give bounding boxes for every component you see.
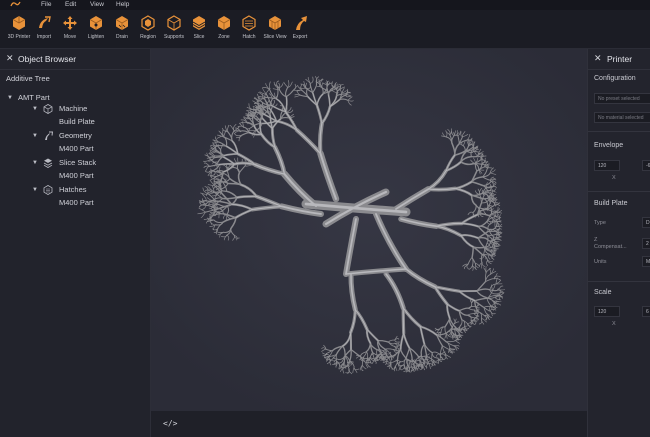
- slice-icon: [192, 16, 206, 30]
- units-select[interactable]: M: [642, 256, 650, 267]
- envelope-x-input[interactable]: 120: [594, 160, 620, 171]
- slice-view-icon: [268, 16, 282, 30]
- panel-title: Printer: [607, 54, 633, 64]
- code-view-icon[interactable]: </>: [163, 419, 177, 428]
- tree-subitem[interactable]: M400 Part: [59, 144, 94, 153]
- envelope-label: Envelope: [594, 142, 624, 149]
- z-label: Z: [594, 237, 598, 243]
- menu-edit[interactable]: Edit: [65, 1, 76, 9]
- object-browser-panel: ✕ Object Browser Additive Tree ▼ AMT Par…: [0, 49, 151, 437]
- model-branch-highlight: [402, 307, 405, 334]
- slice-stack-icon: [43, 158, 53, 168]
- model-branch: [214, 154, 225, 157]
- tree-root[interactable]: AMT Part: [18, 93, 50, 102]
- hatches-icon: [43, 185, 53, 195]
- import-icon: [39, 16, 51, 28]
- panel-title: Object Browser: [18, 54, 77, 64]
- supports-icon: [167, 15, 181, 31]
- lighten-icon: [89, 16, 103, 30]
- drain-icon: [115, 16, 129, 30]
- printer-cube-icon: [12, 16, 26, 30]
- build-plate-section: Build Plate Type D Z Compensat... 2 Unit…: [588, 191, 650, 282]
- close-icon[interactable]: ✕: [594, 53, 602, 64]
- axis-label: X: [612, 321, 616, 327]
- preset-select[interactable]: No preset selected: [594, 93, 650, 104]
- scale-label: Scale: [594, 289, 612, 296]
- type-label: Type: [594, 220, 606, 226]
- build-plate-label: Build Plate: [594, 200, 628, 207]
- geometry-icon: [45, 131, 53, 140]
- close-icon[interactable]: ✕: [6, 53, 14, 64]
- tree-subitem[interactable]: M400 Part: [59, 171, 94, 180]
- zone-icon: [217, 16, 231, 30]
- app-logo-icon: [10, 1, 21, 7]
- move-icon: [63, 16, 77, 30]
- scale-y-input[interactable]: 6: [642, 306, 650, 317]
- chevron-down-icon[interactable]: ▼: [7, 95, 13, 101]
- chevron-down-icon[interactable]: ▼: [32, 160, 38, 166]
- tree-subitem[interactable]: M400 Part: [59, 198, 94, 207]
- chevron-down-icon[interactable]: ▼: [32, 133, 38, 139]
- scale-section: Scale 120 6 X: [588, 281, 650, 382]
- compensation-input[interactable]: 2: [642, 238, 650, 249]
- menu-help[interactable]: Help: [116, 1, 129, 9]
- units-label: Units: [594, 259, 607, 265]
- tree-subitem[interactable]: Build Plate: [59, 117, 95, 126]
- menu-view[interactable]: View: [90, 1, 104, 9]
- section-title: Additive Tree: [6, 74, 50, 83]
- export-icon: [296, 16, 307, 30]
- hatch-icon: [242, 15, 256, 31]
- scale-x-input[interactable]: 120: [594, 306, 620, 317]
- tree-item-machine[interactable]: Machine: [59, 104, 87, 113]
- object-browser-header: ✕ Object Browser: [0, 49, 150, 70]
- toolbar: 3D Printer Import Move Lighten Drain Reg…: [0, 10, 650, 49]
- printer-header: ✕ Printer: [588, 49, 650, 70]
- branching-model[interactable]: [151, 49, 587, 411]
- machine-icon: [43, 104, 53, 114]
- region-icon: [141, 15, 155, 31]
- envelope-y-input[interactable]: -6: [642, 160, 650, 171]
- printer-panel: ✕ Printer Configuration No preset select…: [587, 49, 650, 437]
- tree-item-slice-stack[interactable]: Slice Stack: [59, 158, 96, 167]
- envelope-section: Envelope 120 -6 X: [588, 131, 650, 192]
- configuration-label: Configuration: [594, 75, 636, 82]
- tree-item-geometry[interactable]: Geometry: [59, 131, 92, 140]
- tool-label: Export: [292, 34, 308, 40]
- menu-file[interactable]: File: [41, 1, 51, 9]
- chevron-down-icon[interactable]: ▼: [32, 106, 38, 112]
- compensation-label: Compensat...: [594, 244, 627, 250]
- 3d-viewport[interactable]: [151, 49, 587, 411]
- tool-export-button[interactable]: Export: [283, 13, 317, 47]
- axis-label: X: [612, 175, 616, 181]
- chevron-down-icon[interactable]: ▼: [32, 187, 38, 193]
- type-select[interactable]: D: [642, 217, 650, 228]
- tree-item-hatches[interactable]: Hatches: [59, 185, 87, 194]
- menu-bar: File Edit View Help: [0, 0, 650, 10]
- viewport-footer: </>: [151, 411, 587, 437]
- material-select[interactable]: No material selected: [594, 112, 650, 123]
